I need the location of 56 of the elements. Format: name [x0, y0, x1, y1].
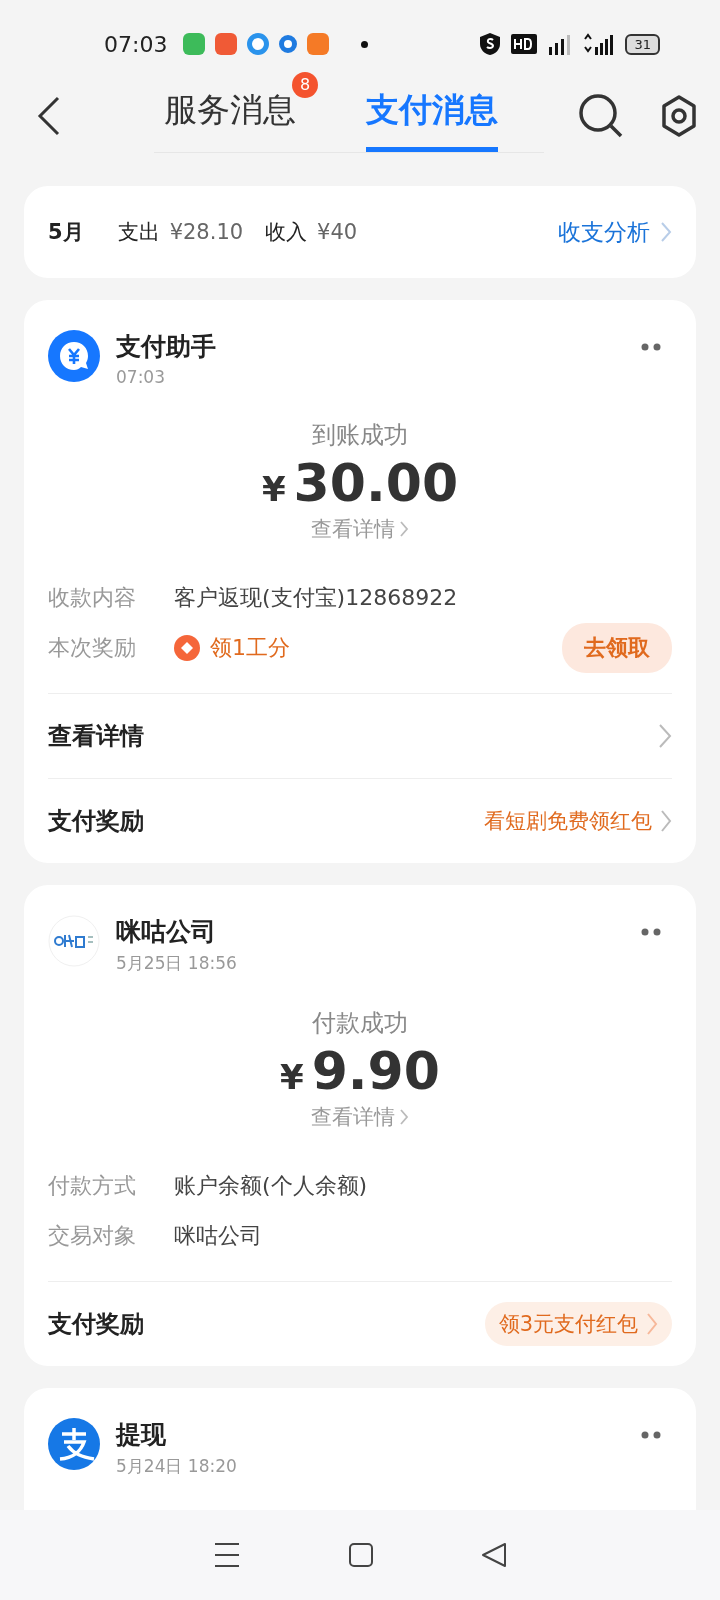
details-link[interactable]: 查看详情: [311, 515, 409, 543]
promo-link[interactable]: 领3元支付红包: [484, 1302, 672, 1346]
payment-app-icon: [48, 1418, 100, 1470]
message-time: 5月24日 18:20: [116, 1455, 237, 1478]
message-time: 07:03: [116, 367, 166, 387]
currency-symbol: ¥: [280, 1057, 304, 1097]
payment-amount: 30.00: [293, 453, 459, 513]
more-icon[interactable]: [640, 1430, 662, 1440]
more-icon[interactable]: [640, 342, 662, 352]
row-label: 查看详情: [48, 721, 144, 752]
shield-icon: [479, 32, 502, 56]
home-icon[interactable]: [348, 1542, 374, 1568]
circle-app-icon: [247, 33, 270, 55]
message-time: 5月25日 18:56: [116, 952, 237, 975]
field-label: 交易对象: [48, 1222, 137, 1250]
sender-name: 咪咕公司: [116, 916, 217, 948]
logo-icon: [48, 915, 100, 967]
month-label: 5月: [48, 219, 84, 246]
income-amount: ¥40: [317, 220, 358, 244]
income-label: 收入: [265, 219, 308, 246]
payment-status: 到账成功: [312, 420, 408, 451]
details-link[interactable]: 查看详情: [311, 1103, 409, 1131]
sender-name: 支付助手: [116, 331, 216, 363]
row-label: 支付奖励: [48, 806, 144, 837]
field-value: 账户余额(个人余额): [174, 1172, 368, 1200]
search-icon[interactable]: [578, 93, 624, 139]
promo-link[interactable]: 看短剧免费领红包: [484, 807, 672, 835]
back-icon[interactable]: [480, 1542, 507, 1568]
hd-icon: [511, 34, 538, 54]
yuan-chat-icon: [48, 330, 100, 382]
field-label: 收款内容: [48, 584, 137, 612]
more-icon[interactable]: [640, 927, 662, 937]
dot-app-icon: [279, 35, 298, 53]
more-notifications-icon: [361, 40, 369, 48]
expense-label: 支出: [117, 219, 160, 246]
field-value: 客户返现(支付宝)12868922: [174, 584, 458, 612]
field-label: 付款方式: [48, 1172, 137, 1200]
sender-name: 提现: [116, 1419, 167, 1451]
analysis-link[interactable]: 收支分析: [558, 216, 650, 248]
reward-text: 领1工分: [210, 634, 290, 662]
row-label: 支付奖励: [48, 1309, 144, 1340]
tab[interactable]: 支付消息: [366, 87, 498, 152]
claim-button[interactable]: 去领取: [562, 623, 672, 673]
payment-status: 付款成功: [312, 1008, 408, 1039]
currency-symbol: ¥: [261, 469, 286, 509]
menu-icon[interactable]: [213, 1542, 242, 1568]
signal-icon: [583, 33, 616, 55]
field-value: 咪咕公司: [174, 1222, 262, 1250]
back-icon[interactable]: [36, 96, 62, 136]
field-label: 本次奖励: [48, 634, 137, 662]
reward-coin-icon: [174, 635, 200, 661]
expense-amount: ¥28.10: [169, 220, 244, 244]
payment-amount: 9.90: [311, 1041, 440, 1101]
status-time: 07:03: [104, 31, 168, 57]
unread-badge: 8: [292, 71, 318, 98]
battery-level: 31: [625, 33, 660, 55]
